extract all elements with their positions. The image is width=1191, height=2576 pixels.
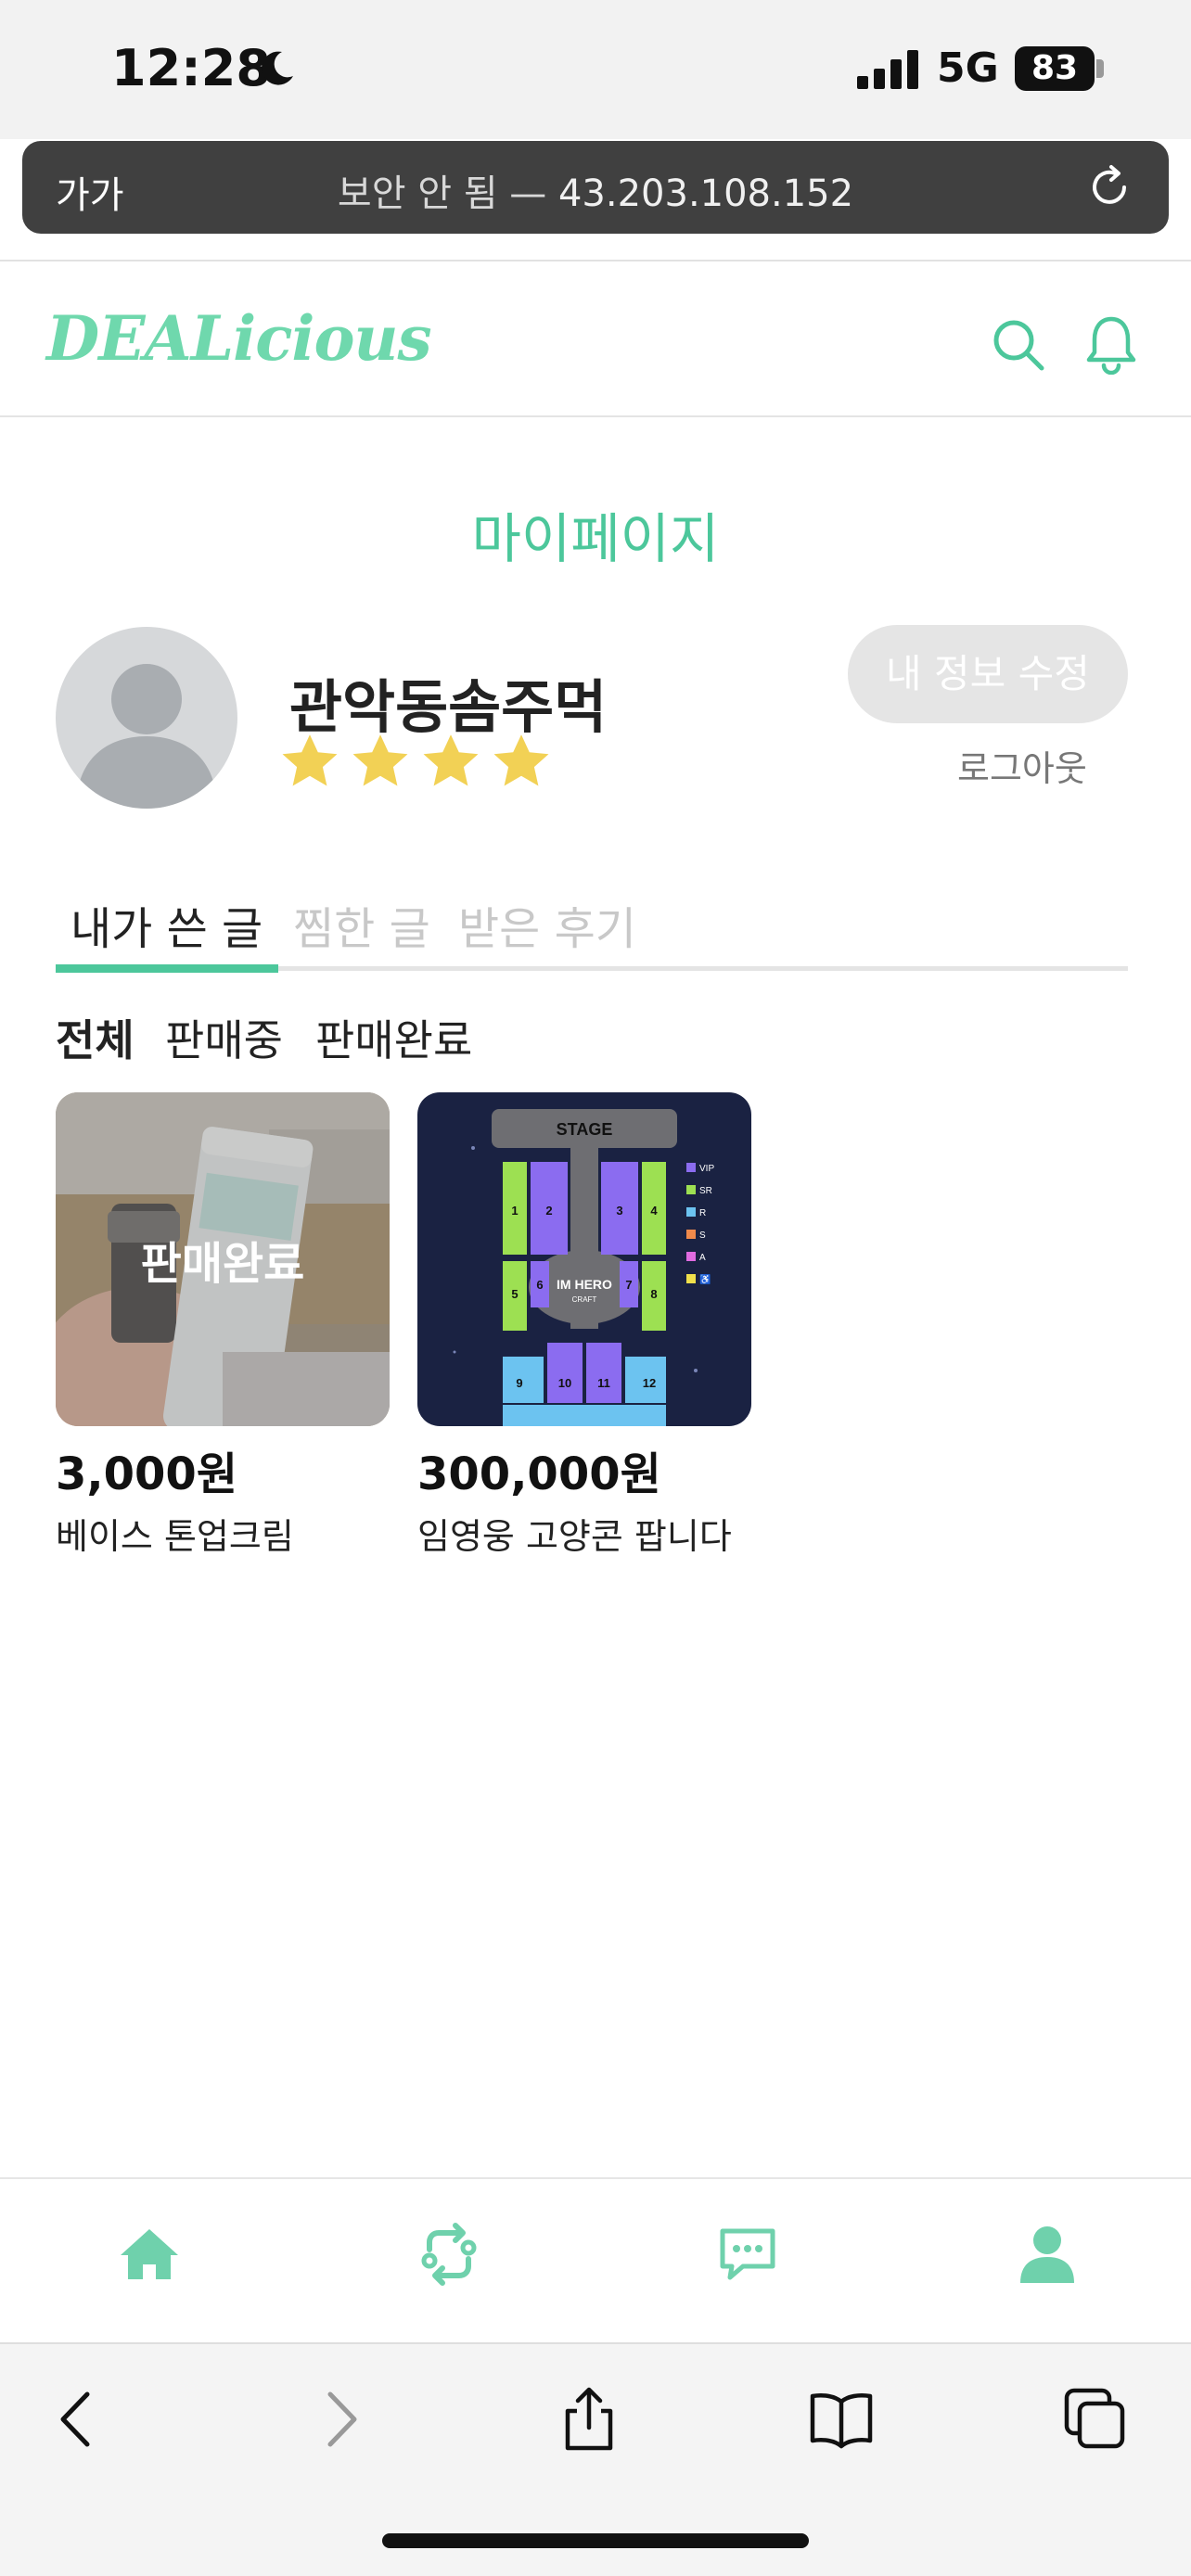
star-icon <box>423 734 479 786</box>
reload-icon[interactable] <box>1083 161 1135 213</box>
tab-my-posts[interactable]: 내가 쓴 글 <box>70 892 263 957</box>
post-card[interactable]: STAGE 1 2 3 4 5 6 7 8 9 10 11 12 IM HERO… <box>417 1092 751 1559</box>
post-thumbnail[interactable]: 판매완료 <box>56 1092 390 1426</box>
edit-profile-button[interactable]: 내 정보 수정 <box>848 625 1128 723</box>
legend-label: S <box>699 1231 706 1241</box>
star-icon <box>352 734 408 786</box>
filter-on-sale[interactable]: 판매중 <box>165 1007 283 1068</box>
section-label: 12 <box>643 1376 656 1390</box>
post-card[interactable]: 판매완료 3,000원 베이스 톤업크림 <box>56 1092 390 1559</box>
stage-label: STAGE <box>557 1120 613 1139</box>
section-label: 9 <box>516 1376 522 1390</box>
tabs-icon[interactable] <box>1063 2387 1128 2452</box>
legend-label: A <box>699 1253 706 1263</box>
filter-all[interactable]: 전체 <box>56 1007 134 1068</box>
concert-seat-map: STAGE 1 2 3 4 5 6 7 8 9 10 11 12 IM HERO… <box>417 1092 751 1426</box>
star-icon <box>493 734 549 786</box>
section-label: 2 <box>545 1204 552 1218</box>
insecure-label: 보안 안 됨 — <box>337 172 547 215</box>
section-label: 1 <box>511 1204 518 1218</box>
star-icon <box>282 734 338 786</box>
section-label: 6 <box>536 1278 543 1292</box>
filter-sold[interactable]: 판매완료 <box>315 1007 472 1068</box>
section-label: 5 <box>511 1287 518 1301</box>
bookmarks-icon[interactable] <box>809 2387 874 2452</box>
tab-liked-posts[interactable]: 찜한 글 <box>293 892 430 957</box>
address-bar[interactable]: 가가 보안 안 됨 — 43.203.108.152 <box>22 141 1169 234</box>
section-label: 4 <box>650 1204 658 1218</box>
profile-tabs: 내가 쓴 글 찜한 글 받은 후기 <box>56 892 1128 974</box>
post-thumbnail[interactable]: STAGE 1 2 3 4 5 6 7 8 9 10 11 12 IM HERO… <box>417 1092 751 1426</box>
section-label: 3 <box>616 1204 622 1218</box>
post-price: 3,000원 <box>56 1448 237 1500</box>
section-label: 11 <box>597 1376 610 1390</box>
avatar <box>56 627 237 809</box>
post-price: 300,000원 <box>417 1448 661 1500</box>
chat-icon[interactable] <box>715 2222 780 2287</box>
page-title: 마이페이지 <box>471 507 720 570</box>
status-time: 12:28 <box>111 39 271 97</box>
moon-icon <box>262 51 293 85</box>
status-bar: 12:28 5G 83 <box>0 0 1191 139</box>
home-icon[interactable] <box>117 2222 182 2287</box>
section-11 <box>586 1343 621 1403</box>
bell-icon[interactable] <box>1082 313 1141 375</box>
center-logo-sub: CRAFT <box>572 1295 597 1304</box>
signal-icon <box>857 50 918 89</box>
section-label: 7 <box>625 1278 632 1292</box>
rating-stars <box>278 731 553 801</box>
profile-icon[interactable] <box>1015 2222 1080 2287</box>
user-silhouette-icon <box>76 664 217 809</box>
app-logo[interactable]: DEALicious <box>46 302 432 375</box>
url-display[interactable]: 보안 안 됨 — 43.203.108.152 <box>22 163 1169 217</box>
center-logo: IM HERO <box>557 1277 612 1292</box>
legend-label: VIP <box>699 1164 714 1174</box>
search-icon[interactable] <box>991 317 1046 373</box>
post-title: 임영웅 고양콘 팝니다 <box>417 1516 732 1557</box>
legend-label: ♿ <box>699 1273 711 1285</box>
logout-link[interactable]: 로그아웃 <box>957 740 1087 791</box>
battery-tip <box>1096 59 1104 78</box>
home-indicator <box>382 2533 809 2548</box>
tab-received-reviews[interactable]: 받은 후기 <box>458 892 636 957</box>
section-9 <box>503 1357 544 1403</box>
post-title: 베이스 톤업크림 <box>56 1516 294 1557</box>
legend-label: SR <box>699 1186 712 1196</box>
exchange-icon[interactable] <box>416 2222 481 2287</box>
app-header: DEALicious <box>0 261 1191 417</box>
share-icon[interactable] <box>557 2387 621 2452</box>
bottom-navigation <box>0 2177 1191 2342</box>
back-icon[interactable] <box>46 2387 111 2452</box>
network-type: 5G <box>937 45 999 92</box>
battery-indicator: 83 <box>1015 46 1095 91</box>
forward-icon[interactable] <box>306 2387 371 2452</box>
sold-badge: 판매완료 <box>56 1092 390 1426</box>
section-label: 8 <box>650 1287 657 1301</box>
legend-label: R <box>699 1208 706 1218</box>
section-label: 10 <box>558 1376 571 1390</box>
url-host: 43.203.108.152 <box>557 172 854 215</box>
section-10 <box>547 1343 583 1403</box>
